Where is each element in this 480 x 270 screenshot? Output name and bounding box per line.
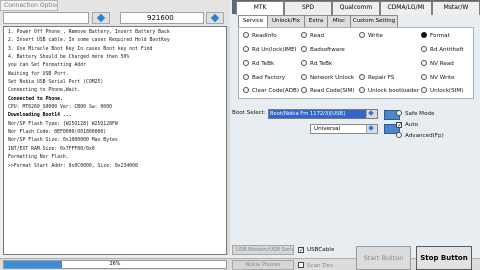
auto-checkbox[interactable]: ✓ Auto <box>396 121 418 129</box>
start-button[interactable]: Start Button <box>356 246 411 270</box>
baud-dropdown-button[interactable] <box>206 12 224 24</box>
radio-icon <box>301 46 307 52</box>
radio-icon <box>421 87 427 93</box>
log-line: you can Set Formatting Addr <box>8 63 86 69</box>
option-write[interactable]: Write <box>359 32 383 40</box>
log-line: INT/EXT RAM Size: 0x7FFF00/0x0 <box>8 146 95 152</box>
radio-icon <box>301 74 307 80</box>
main-tab-strip: MTK SPD Qualcomm CDMA/LG/MI Mstar/W <box>232 0 480 15</box>
scan-phones-button[interactable]: Nokia Phones <box>232 260 294 270</box>
radio-icon <box>421 60 427 66</box>
diamond-icon <box>210 13 220 23</box>
radio-icon <box>243 87 249 93</box>
log-line: Formatting Nor Flash. <box>8 155 69 161</box>
boot-select-dropdown[interactable]: Boot(Nokia Fm 1172/3)[USB] <box>268 109 378 119</box>
usb-mode-box[interactable]: USB Modem/USB Serial <box>232 245 294 255</box>
stop-button[interactable]: Stop Button <box>416 246 472 270</box>
diamond-icon <box>96 13 106 23</box>
log-line: Downloading Boot14 ... <box>8 113 72 119</box>
option-rd-tebk[interactable]: Rd TeBk <box>243 60 274 68</box>
tab-mstar[interactable]: Mstar/W <box>432 1 480 15</box>
option-nv-write[interactable]: NV Write <box>421 74 455 82</box>
log-line: 2. Insert USB cable. In some cases Requi… <box>8 38 170 44</box>
baud-rate-select[interactable]: 921600 <box>120 12 204 24</box>
option-repair-fs[interactable]: Repair FS <box>359 74 394 82</box>
radio-icon <box>421 74 427 80</box>
log-line: Connected to Phone. <box>8 96 63 102</box>
diamond-icon <box>368 125 374 131</box>
option-network-unlock[interactable]: Network Unlock <box>301 74 354 82</box>
sub-tab-strip: Service Unlock/Fix Extra Misc Custom Set… <box>238 14 476 28</box>
diamond-icon <box>368 110 374 116</box>
tab-mtk[interactable]: MTK <box>236 1 284 15</box>
boot-select-value: Boot(Nokia Fm 1172/3)[USB] <box>269 110 366 118</box>
option-unlock-sim[interactable]: Unlock(SIM) <box>421 87 463 95</box>
log-line: 4. Battery Should be Charged more then 5… <box>8 55 130 61</box>
option-rd-antitheft[interactable]: Rd Antitheft <box>421 46 464 54</box>
log-line: 3. Use Miracle Boot Key In cases Boot ke… <box>8 46 153 52</box>
option-unlock-bootloader[interactable]: Unlock bootloader <box>359 87 419 95</box>
log-scrollbar[interactable] <box>227 26 230 255</box>
service-options-panel: ReadInfo Read Write Format Rd Un(lock)IM… <box>238 27 474 99</box>
log-line: Nor/SP Flash Size: 0x1000000 Max Bytes <box>8 138 118 144</box>
safe-mode-option[interactable]: Safe Mode <box>396 110 434 118</box>
option-clear-code[interactable]: Clear Code(ADB) <box>243 87 299 95</box>
option-read[interactable]: Read <box>301 32 324 40</box>
radio-icon <box>359 32 365 38</box>
progress-label: 26% <box>109 261 121 267</box>
radio-icon <box>243 74 249 80</box>
radio-icon <box>396 132 402 138</box>
radio-selected-icon <box>421 32 427 38</box>
radio-icon <box>359 74 365 80</box>
option-nv-read[interactable]: NV Read <box>421 60 454 68</box>
log-console[interactable]: 1. Power Off Phone , Remove Battery, Ins… <box>3 26 227 255</box>
checkbox-checked-icon: ✓ <box>396 122 403 129</box>
usb-cable-checkbox[interactable]: ✓ USBCable <box>298 246 334 254</box>
log-line: Nor Flash Code: 0EF0000(001800000) <box>8 130 107 136</box>
progress-bar: 26% <box>3 260 227 269</box>
option-readinfo[interactable]: ReadInfo <box>243 32 277 40</box>
log-line: Waiting for USB Port. <box>8 71 69 77</box>
log-line: CPU: MT6260_S0000 Ver: CB00 Sw: 0000 <box>8 105 112 111</box>
option-badsoftware[interactable]: Badsoftware <box>301 46 345 54</box>
boot-select-label: Boot Select: <box>232 110 266 116</box>
advanced-fp-option[interactable]: Advanced(Fp) <box>396 132 444 140</box>
scan-dev-checkbox[interactable]: Scan Dev <box>298 262 333 270</box>
boot-type-dropdown[interactable]: Universal <box>310 124 378 134</box>
radio-icon <box>243 32 249 38</box>
checkbox-checked-icon: ✓ <box>298 247 305 254</box>
radio-icon <box>421 46 427 52</box>
radio-icon <box>243 60 249 66</box>
tab-spd[interactable]: SPD <box>284 1 332 15</box>
log-line: >>Format Start Addr: 0x0C0000, Size: 0x2… <box>8 163 138 169</box>
log-line: 1. Power Off Phone , Remove Battery, Ins… <box>8 30 170 35</box>
tab-qualcomm[interactable]: Qualcomm <box>332 1 380 15</box>
log-line: Connecting to Phone,Wait. <box>8 88 81 94</box>
option-rd-unlock-imei[interactable]: Rd Un(lock)IMEI <box>243 46 296 54</box>
option-format[interactable]: Format <box>421 32 450 40</box>
option-bad-factory[interactable]: Bad Factory <box>243 74 285 82</box>
option-read-code[interactable]: Read Code(SIM) <box>301 87 355 95</box>
boot-dropdown-button[interactable] <box>366 110 377 118</box>
log-line: Set Nokia USB Serial Port (COM25) <box>8 80 104 86</box>
log-line: Nor/SP Flash Type: [W25Q128] W25Q128FW <box>8 121 118 127</box>
checkbox-icon <box>298 262 304 268</box>
boot-type-value: Universal <box>314 126 341 132</box>
port-dropdown-button[interactable] <box>92 12 110 24</box>
tab-cdma-lg-mi[interactable]: CDMA/LG/MI <box>380 1 432 15</box>
port-select[interactable] <box>3 12 89 24</box>
boot-type-dropdown-button[interactable] <box>366 125 377 133</box>
radio-icon <box>301 32 307 38</box>
radio-icon <box>301 87 307 93</box>
radio-icon <box>396 110 402 116</box>
radio-icon <box>243 46 249 52</box>
radio-icon <box>359 87 365 93</box>
connection-options-label: Connection Options <box>0 0 58 11</box>
radio-icon <box>301 60 307 66</box>
option-rd-tebk-2[interactable]: Rd TeBk <box>301 60 332 68</box>
